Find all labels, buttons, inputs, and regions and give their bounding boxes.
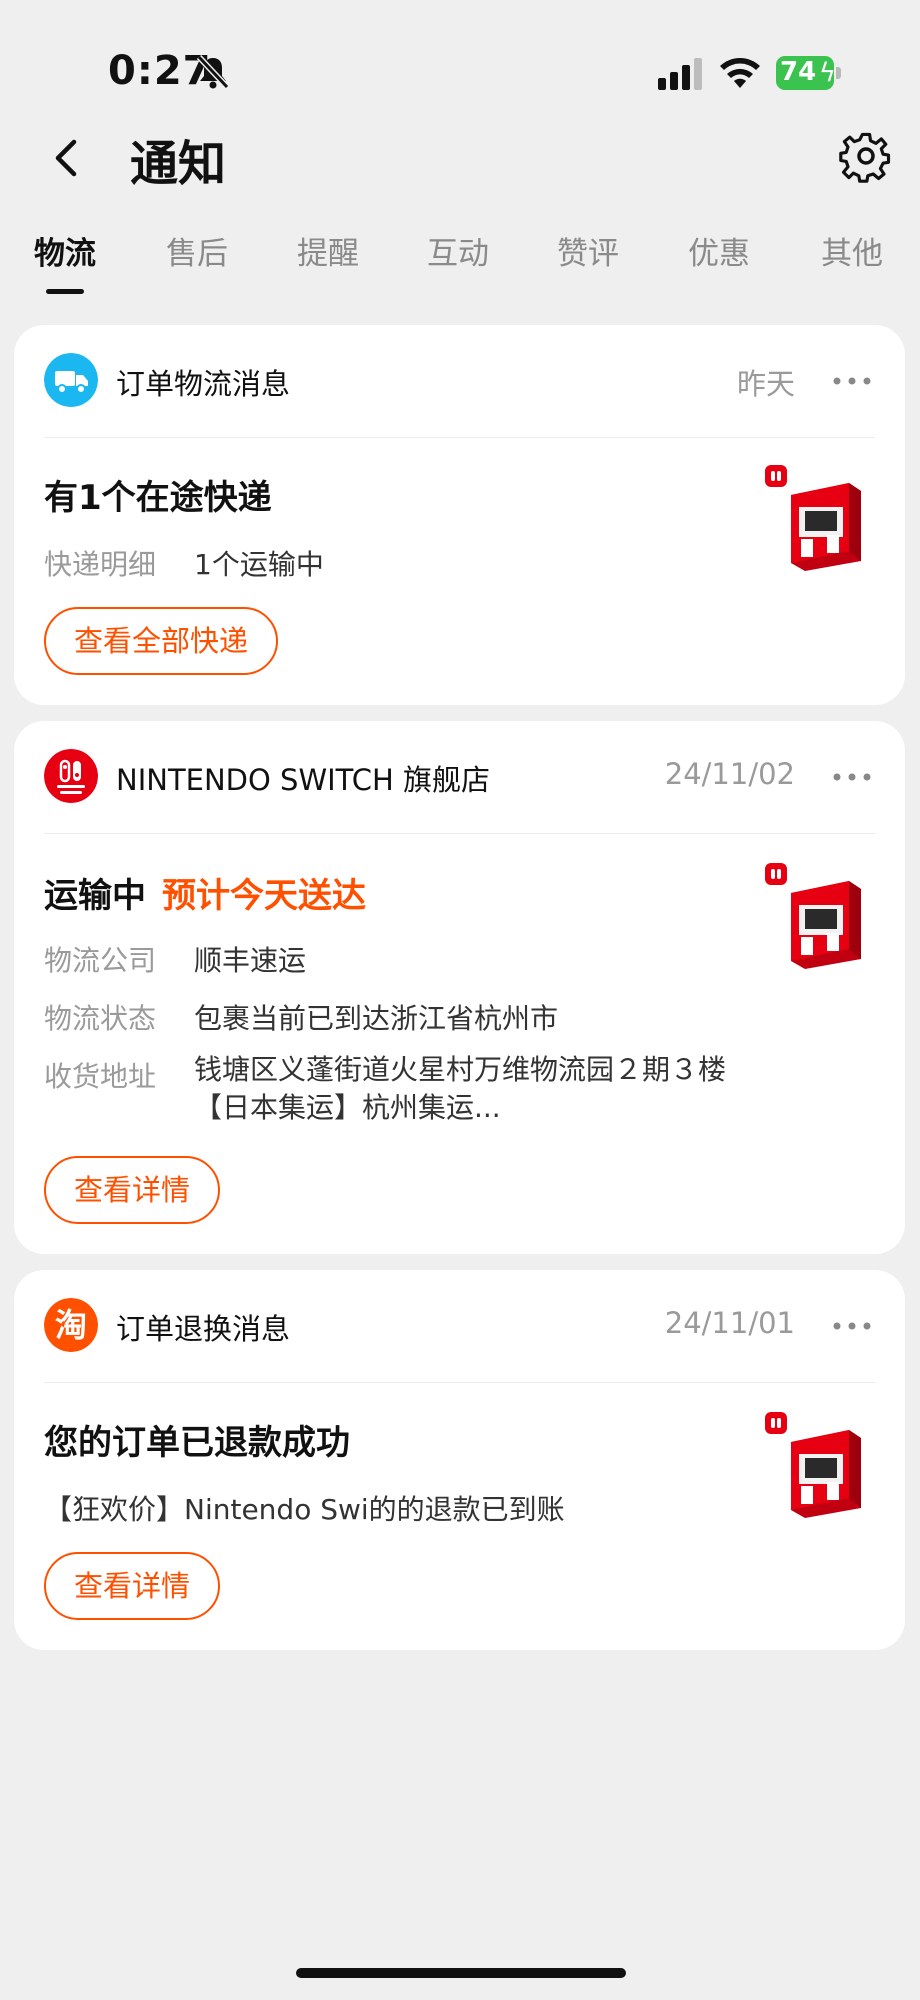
logistics-status-value: 包裹当前已到达浙江省杭州市 <box>194 1002 559 1035</box>
divider <box>44 833 875 834</box>
shipment-status: 运输中 <box>44 876 146 916</box>
logistics-status-label: 物流状态 <box>44 1002 157 1035</box>
detail-label: 快递明细 <box>44 548 157 581</box>
battery-level: 74 <box>780 57 817 87</box>
charging-icon: ϟ <box>818 58 836 88</box>
card-header: NINTENDO SWITCH 旗舰店 24/11/02 <box>14 721 905 833</box>
card-header: 订单物流消息 昨天 <box>14 325 905 437</box>
product-thumbnail <box>765 465 861 571</box>
view-all-parcels-button[interactable]: 查看全部快递 <box>44 607 279 675</box>
card-headline: 有1个在途快递 <box>44 478 272 518</box>
card-source: 订单物流消息 <box>116 367 291 401</box>
tab-after-sales[interactable]: 售后 <box>166 228 228 273</box>
home-indicator[interactable] <box>296 1968 626 1978</box>
address-label: 收货地址 <box>44 1060 157 1093</box>
product-thumbnail <box>765 1412 861 1518</box>
tab-reviews[interactable]: 赞评 <box>557 228 619 273</box>
card-source: NINTENDO SWITCH 旗舰店 <box>116 763 490 797</box>
more-icon[interactable] <box>833 773 871 781</box>
view-details-button[interactable]: 查看详情 <box>44 1552 221 1620</box>
detail-value: 1个运输中 <box>194 548 324 581</box>
delivery-eta: 预计今天送达 <box>162 876 366 916</box>
nintendo-switch-logo <box>44 749 98 803</box>
page-title: 通知 <box>130 136 227 192</box>
courier-label: 物流公司 <box>44 944 157 977</box>
shipment-status-line: 运输中 预计今天送达 <box>44 868 366 917</box>
card-date: 昨天 <box>736 367 795 401</box>
divider <box>44 437 875 438</box>
shipment-card[interactable]: NINTENDO SWITCH 旗舰店 24/11/02 运输中 预计今天送达 物… <box>14 721 905 1254</box>
product-thumbnail <box>765 863 861 969</box>
courier-value: 顺丰速运 <box>194 944 307 977</box>
svg-text:淘: 淘 <box>55 1306 87 1344</box>
more-icon[interactable] <box>833 1322 871 1330</box>
refund-card[interactable]: 淘 订单退换消息 24/11/01 您的订单已退款成功 【狂欢价】Nintend… <box>14 1270 905 1650</box>
refund-detail: 【狂欢价】Nintendo Swi的的退款已到账 <box>44 1493 565 1526</box>
logistics-summary-card[interactable]: 订单物流消息 昨天 有1个在途快递 快递明细 1个运输中 查看全部快递 <box>14 325 905 705</box>
card-date: 24/11/02 <box>664 757 795 791</box>
card-date: 24/11/01 <box>664 1306 795 1340</box>
tab-interactions[interactable]: 互动 <box>427 228 489 273</box>
taobao-logo: 淘 <box>44 1298 98 1352</box>
wifi-icon <box>720 58 760 88</box>
card-source: 订单退换消息 <box>116 1312 291 1346</box>
cellular-signal-icon <box>658 58 702 90</box>
more-icon[interactable] <box>833 377 871 385</box>
bell-muted-icon <box>196 54 230 90</box>
battery-indicator: 74 ϟ <box>776 56 841 90</box>
address-value: 钱塘区义蓬街道火星村万维物流园２期３楼【日本集运】杭州集运... <box>194 1053 727 1124</box>
tab-reminders[interactable]: 提醒 <box>297 228 359 273</box>
settings-icon[interactable] <box>838 128 894 184</box>
divider <box>44 1382 875 1383</box>
card-header: 淘 订单退换消息 24/11/01 <box>14 1270 905 1382</box>
category-tabs: 物流 售后 提醒 互动 赞评 优惠 其他 <box>0 228 920 298</box>
view-details-button[interactable]: 查看详情 <box>44 1156 221 1224</box>
back-icon[interactable] <box>46 136 90 180</box>
truck-icon <box>44 353 98 407</box>
tab-offers[interactable]: 优惠 <box>688 228 750 273</box>
card-headline: 您的订单已退款成功 <box>44 1423 350 1463</box>
header: 通知 <box>0 118 920 198</box>
tab-other[interactable]: 其他 <box>821 228 883 273</box>
active-tab-indicator <box>46 289 84 294</box>
tab-logistics[interactable]: 物流 <box>34 228 96 273</box>
